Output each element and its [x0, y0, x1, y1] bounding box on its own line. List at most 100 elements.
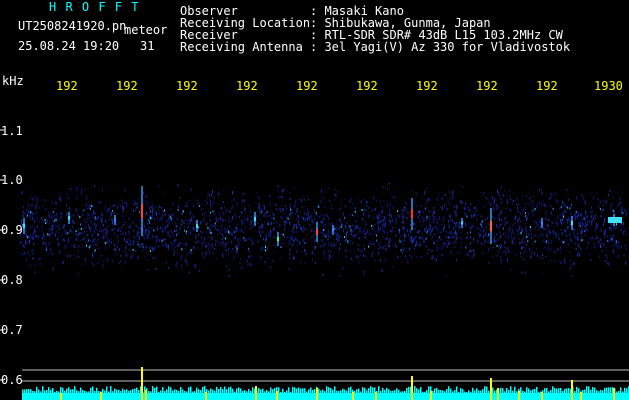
noise-speck: [124, 261, 126, 263]
noise-speck: [518, 224, 520, 227]
noise-speck: [231, 207, 233, 210]
noise-speck: [292, 256, 294, 260]
noise-speck: [123, 237, 125, 240]
noise-speck: [523, 258, 525, 261]
baseline-tick: [558, 388, 560, 393]
noise-speck: [87, 245, 89, 247]
noise-speck: [48, 229, 50, 232]
baseline-tick: [386, 387, 388, 393]
noise-speck: [59, 224, 61, 226]
baseline-tick: [154, 388, 156, 393]
time-tick-label: 192: [416, 79, 438, 93]
noise-speck: [359, 231, 361, 233]
noise-speck: [490, 247, 492, 249]
baseline-tick: [436, 388, 438, 393]
baseline-tick: [606, 387, 608, 393]
baseline-tick: [122, 388, 124, 393]
baseline-tick: [338, 390, 340, 393]
baseline-tick: [224, 386, 226, 393]
noise-speck: [616, 236, 618, 237]
noise-speck: [580, 247, 582, 251]
baseline-tick: [218, 389, 220, 393]
noise-speck: [160, 206, 162, 209]
noise-speck: [415, 219, 417, 221]
noise-speck: [111, 259, 113, 263]
noise-speck: [493, 237, 495, 239]
noise-speck: [374, 259, 376, 262]
noise-speck: [504, 219, 506, 223]
noise-speck: [93, 263, 95, 267]
noise-speck: [193, 227, 194, 230]
baseline-tick: [42, 386, 44, 393]
noise-speck: [214, 212, 216, 216]
noise-speck: [322, 252, 324, 256]
noise-speck: [352, 203, 354, 205]
noise-speck: [246, 219, 248, 221]
noise-speck: [266, 215, 268, 218]
noise-speck: [247, 204, 249, 206]
baseline-tick: [240, 388, 242, 393]
noise-speck: [296, 226, 297, 230]
noise-speck: [531, 206, 533, 209]
noise-speck: [322, 245, 324, 248]
noise-speck: [539, 210, 541, 212]
noise-speck: [118, 221, 120, 223]
signal-spot: [425, 237, 427, 240]
noise-speck: [531, 250, 533, 253]
baseline-tick: [328, 387, 330, 393]
noise-speck: [440, 231, 442, 234]
noise-speck: [210, 203, 212, 206]
noise-speck: [207, 193, 209, 195]
noise-speck: [133, 235, 135, 239]
noise-speck: [388, 218, 390, 221]
noise-speck: [290, 217, 292, 220]
noise-speck: [310, 218, 312, 221]
noise-speck: [86, 221, 88, 224]
noise-speck: [386, 237, 388, 240]
noise-speck: [94, 231, 96, 234]
noise-speck: [218, 193, 220, 196]
noise-speck: [106, 230, 108, 234]
noise-speck: [311, 228, 313, 232]
noise-speck: [220, 217, 222, 220]
baseline-tick: [216, 386, 218, 393]
noise-speck: [330, 230, 332, 234]
noise-speck: [463, 206, 465, 210]
noise-speck: [603, 230, 605, 234]
baseline-tick: [350, 386, 352, 393]
noise-speck: [522, 216, 524, 218]
noise-speck: [319, 224, 321, 226]
noise-speck: [580, 227, 582, 230]
noise-speck: [522, 237, 524, 241]
noise-speck: [590, 258, 592, 261]
signal-spot: [344, 216, 345, 219]
noise-speck: [83, 230, 85, 233]
noise-speck: [405, 201, 407, 204]
noise-speck: [59, 227, 60, 230]
noise-speck: [525, 248, 527, 250]
noise-speck: [501, 201, 503, 204]
noise-speck: [132, 200, 134, 202]
noise-speck: [581, 194, 583, 197]
noise-speck: [454, 205, 455, 208]
noise-speck: [323, 243, 325, 247]
noise-speck: [41, 216, 43, 220]
baseline-tick: [584, 389, 586, 393]
baseline-tick: [266, 389, 268, 393]
noise-speck: [577, 213, 579, 216]
baseline-tick: [356, 389, 358, 393]
noise-speck: [449, 203, 451, 206]
noise-speck: [546, 224, 548, 227]
baseline-tick: [480, 390, 482, 393]
noise-speck: [562, 212, 564, 214]
noise-speck: [128, 231, 130, 233]
noise-speck: [238, 243, 240, 246]
meteor-tag: meteor: [124, 23, 168, 37]
noise-speck: [411, 256, 413, 260]
noise-speck: [192, 227, 193, 229]
noise-speck: [346, 233, 347, 237]
noise-speck: [512, 200, 514, 202]
noise-speck: [530, 255, 532, 259]
noise-speck: [117, 240, 119, 243]
noise-speck: [292, 228, 294, 232]
